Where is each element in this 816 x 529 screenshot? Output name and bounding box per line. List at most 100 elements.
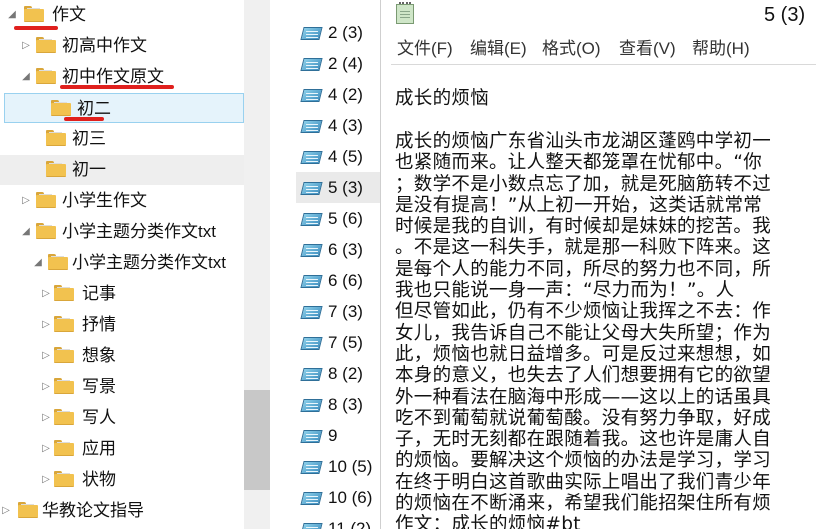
menu-bar: 文件(F) 编辑(E) 格式(O) 查看(V) 帮助(H) bbox=[381, 33, 816, 63]
tree-item-label: 状物 bbox=[82, 470, 116, 489]
file-name: 4 (3) bbox=[328, 116, 363, 135]
collapsed-arrow-icon[interactable]: ▷ bbox=[40, 279, 52, 309]
tree-item-label: 初三 bbox=[72, 129, 106, 148]
text-file-icon bbox=[300, 87, 323, 103]
file-name: 6 (6) bbox=[328, 271, 363, 290]
tree-item-chuer[interactable]: 初二 bbox=[4, 93, 244, 123]
tree-item-label: 小学主题分类作文txt bbox=[62, 222, 216, 241]
tree-item-yingyong[interactable]: ▷ 应用 bbox=[0, 434, 244, 464]
tree-item-xiejing[interactable]: ▷ 写景 bbox=[0, 372, 244, 402]
tree-item-xiaoxue-zhuti[interactable]: ◢ 小学主题分类作文txt bbox=[0, 217, 244, 247]
menu-view[interactable]: 查看(V) bbox=[619, 37, 676, 61]
folder-icon bbox=[24, 6, 44, 22]
tree-item-shuqing[interactable]: ▷ 抒情 bbox=[0, 310, 244, 340]
tree-item-chugaozhong[interactable]: ▷ 初高中作文 bbox=[0, 31, 244, 61]
file-item[interactable]: 10 (6) bbox=[296, 482, 380, 513]
tree-item-jishi[interactable]: ▷ 记事 bbox=[0, 279, 244, 309]
file-item[interactable]: 2 (4) bbox=[296, 48, 380, 79]
tree-item-chusan[interactable]: 初三 bbox=[0, 124, 244, 154]
file-item[interactable]: 2 (3) bbox=[296, 17, 380, 48]
text-file-icon bbox=[300, 149, 323, 165]
folder-icon bbox=[36, 223, 56, 239]
file-item[interactable]: 7 (3) bbox=[296, 296, 380, 327]
expanded-arrow-icon[interactable]: ◢ bbox=[20, 62, 32, 92]
scrollbar-thumb[interactable] bbox=[244, 390, 270, 490]
file-name: 2 (4) bbox=[328, 54, 363, 73]
text-file-icon bbox=[300, 118, 323, 134]
tree-item-label: 华教论文指导 bbox=[42, 501, 144, 520]
menu-edit[interactable]: 编辑(E) bbox=[470, 37, 527, 61]
file-name: 2 (3) bbox=[328, 23, 363, 42]
tree-item-xiaoxuesheng[interactable]: ▷ 小学生作文 bbox=[0, 186, 244, 216]
tree-item-huajiao[interactable]: ▷ 华教论文指导 bbox=[0, 496, 244, 526]
menu-help[interactable]: 帮助(H) bbox=[692, 37, 750, 61]
file-item[interactable]: 4 (3) bbox=[296, 110, 380, 141]
file-item[interactable]: 8 (2) bbox=[296, 358, 380, 389]
text-line: 作文：成长的烦恼#bt bbox=[395, 514, 581, 529]
collapsed-arrow-icon[interactable]: ▷ bbox=[20, 31, 32, 61]
file-item[interactable]: 6 (3) bbox=[296, 234, 380, 265]
file-name: 7 (5) bbox=[328, 333, 363, 352]
folder-icon bbox=[54, 440, 74, 456]
file-name: 4 (2) bbox=[328, 85, 363, 104]
text-file-icon bbox=[300, 490, 323, 506]
folder-icon bbox=[54, 285, 74, 301]
tree-item-label: 记事 bbox=[82, 284, 116, 303]
collapsed-arrow-icon[interactable]: ▷ bbox=[40, 403, 52, 433]
tree-item-xieren[interactable]: ▷ 写人 bbox=[0, 403, 244, 433]
collapsed-arrow-icon[interactable]: ▷ bbox=[40, 434, 52, 464]
notepad-icon bbox=[396, 2, 414, 24]
file-item[interactable]: 11 (2) bbox=[296, 513, 380, 529]
file-item[interactable]: 4 (2) bbox=[296, 79, 380, 110]
file-name: 7 (3) bbox=[328, 302, 363, 321]
file-item[interactable]: 4 (5) bbox=[296, 141, 380, 172]
text-file-icon bbox=[300, 273, 323, 289]
file-item[interactable]: 9 bbox=[296, 420, 380, 451]
collapsed-arrow-icon[interactable]: ▷ bbox=[40, 372, 52, 402]
title-bar[interactable]: 5 (3) bbox=[381, 0, 816, 33]
text-file-icon bbox=[300, 242, 323, 258]
file-item[interactable]: 7 (5) bbox=[296, 327, 380, 358]
red-underline-annotation bbox=[64, 117, 104, 121]
folder-icon bbox=[54, 409, 74, 425]
red-underline-annotation bbox=[60, 85, 174, 89]
file-item[interactable]: 6 (6) bbox=[296, 265, 380, 296]
menu-format[interactable]: 格式(O) bbox=[542, 37, 601, 61]
file-name: 8 (3) bbox=[328, 395, 363, 414]
text-file-icon bbox=[300, 180, 323, 196]
tree-item-label: 应用 bbox=[82, 439, 116, 458]
tree-item-xiaoxue-zhuti-sub[interactable]: ◢ 小学主题分类作文txt bbox=[0, 248, 244, 278]
tree-item-zhuangwu[interactable]: ▷ 状物 bbox=[0, 465, 244, 495]
collapsed-arrow-icon[interactable]: ▷ bbox=[40, 341, 52, 371]
window-title: 5 (3) bbox=[764, 4, 806, 26]
tree-scrollbar[interactable] bbox=[244, 0, 270, 529]
folder-icon bbox=[18, 502, 38, 518]
text-file-icon bbox=[300, 428, 323, 444]
file-item[interactable]: 8 (3) bbox=[296, 389, 380, 420]
file-item[interactable]: 10 (5) bbox=[296, 451, 380, 482]
red-underline-annotation bbox=[14, 26, 58, 30]
folder-icon bbox=[54, 378, 74, 394]
folder-icon bbox=[36, 68, 56, 84]
file-item[interactable]: 5 (6) bbox=[296, 203, 380, 234]
folder-icon bbox=[46, 161, 66, 177]
collapsed-arrow-icon[interactable]: ▷ bbox=[40, 310, 52, 340]
text-file-icon bbox=[300, 366, 323, 382]
collapsed-arrow-icon[interactable]: ▷ bbox=[40, 465, 52, 495]
tree-item-label: 想象 bbox=[82, 346, 116, 365]
menu-file[interactable]: 文件(F) bbox=[397, 37, 453, 61]
expanded-arrow-icon[interactable]: ◢ bbox=[32, 248, 44, 278]
file-name: 4 (5) bbox=[328, 147, 363, 166]
file-list: 2 (3) 2 (4) 4 (2) 4 (3) 4 (5) 5 (3) 5 (6) 6 (3)… bbox=[272, 0, 380, 529]
collapsed-arrow-icon[interactable]: ▷ bbox=[20, 186, 32, 216]
folder-icon bbox=[54, 316, 74, 332]
tree-item-label: 小学生作文 bbox=[62, 191, 147, 210]
file-item[interactable]: 5 (3) bbox=[296, 172, 380, 203]
tree-item-chuyi[interactable]: 初一 bbox=[0, 155, 244, 185]
folder-icon bbox=[54, 347, 74, 363]
text-editor[interactable]: 成长的烦恼 成长的烦恼广东省汕头市龙湖区蓬鸥中学初一 也紧随而来。让人整天都笼罩在忧… bbox=[391, 64, 816, 529]
expanded-arrow-icon[interactable]: ◢ bbox=[20, 217, 32, 247]
tree-item-xiangxiang[interactable]: ▷ 想象 bbox=[0, 341, 244, 371]
collapsed-arrow-icon[interactable]: ▷ bbox=[0, 496, 12, 526]
folder-icon bbox=[51, 100, 71, 116]
